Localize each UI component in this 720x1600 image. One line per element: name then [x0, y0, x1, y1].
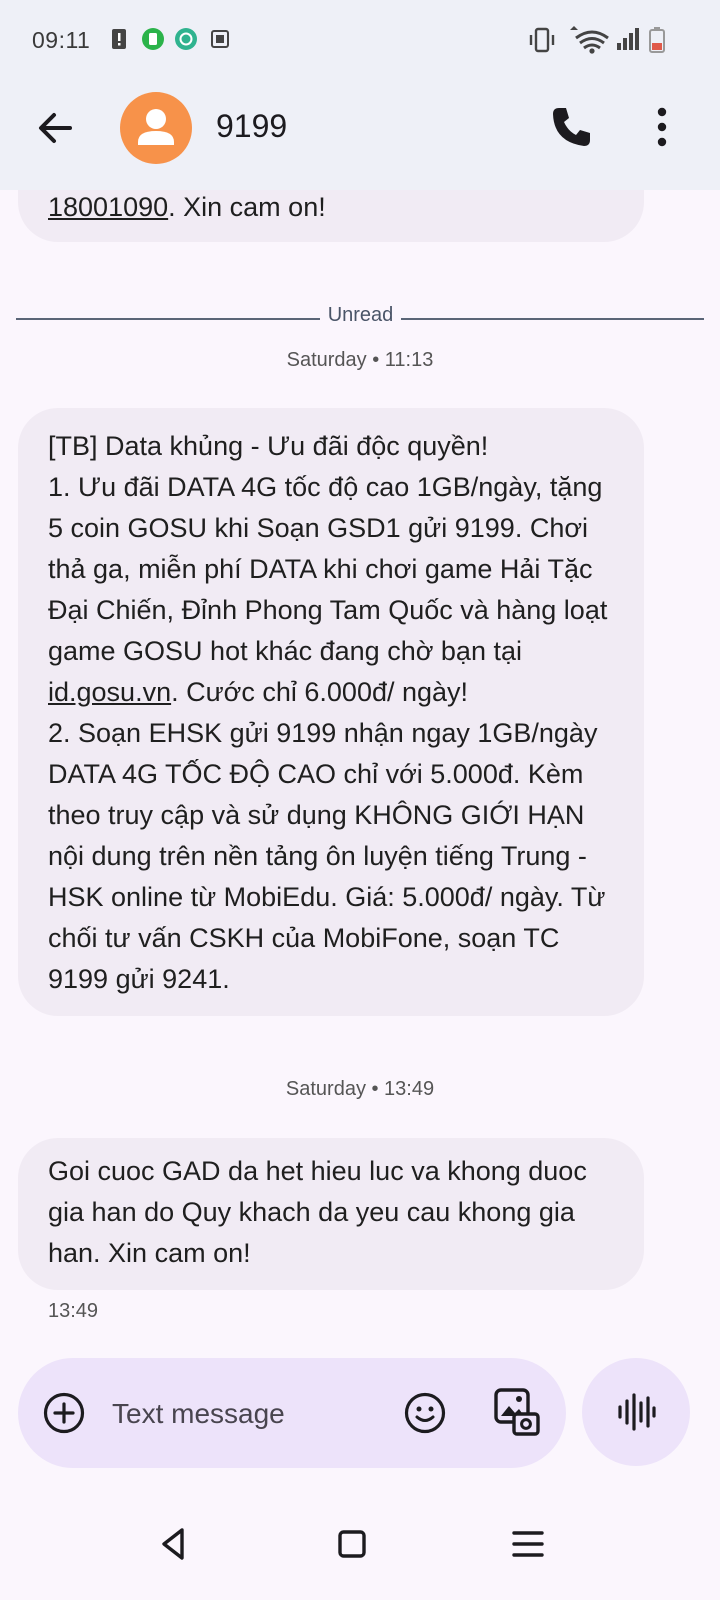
voice-icon: [618, 1393, 656, 1431]
gallery-icon[interactable]: [492, 1386, 542, 1438]
divider-line-right: [401, 318, 704, 320]
menu-lines-icon[interactable]: [502, 1518, 554, 1570]
app-notification-icon-3: [211, 30, 229, 48]
status-bar: 09:11: [0, 0, 720, 80]
message-bubble[interactable]: Goi cuoc GAD da het hieu luc va khong du…: [18, 1138, 644, 1290]
battery-low-icon: [649, 27, 665, 53]
phone-icon[interactable]: [546, 102, 596, 152]
message-bubble[interactable]: [TB] Data khủng - Ưu đãi độc quyền! 1. Ư…: [18, 408, 644, 1016]
phone-number-link[interactable]: 18001090: [48, 192, 168, 222]
back-triangle-icon[interactable]: [148, 1518, 200, 1570]
unread-label: Unread: [327, 304, 394, 326]
avatar[interactable]: [120, 92, 192, 164]
message-timestamp: Saturday • 13:49: [285, 1078, 435, 1100]
emoji-icon[interactable]: [403, 1391, 447, 1435]
message-timestamp: Saturday • 11:13: [286, 349, 434, 371]
top-bar: 09:11 9199: [0, 0, 720, 190]
conversation-header: 9199: [0, 80, 720, 190]
text-message-input[interactable]: [110, 1388, 384, 1440]
message-text: Goi cuoc GAD da het hieu luc va khong du…: [48, 1156, 587, 1268]
divider-line-left: [16, 318, 320, 320]
system-navigation-bar: [0, 1490, 720, 1600]
home-square-icon[interactable]: [326, 1518, 378, 1570]
message-text: . Cước chỉ 6.000đ/ ngày! 2. Soạn EHSK gử…: [48, 677, 606, 994]
avatar-icon: [138, 109, 174, 145]
vibrate-icon: [529, 27, 555, 53]
unread-divider: Unread: [16, 304, 704, 330]
back-arrow-icon[interactable]: [30, 102, 82, 154]
url-link[interactable]: id.gosu.vn: [48, 677, 171, 707]
voice-message-button[interactable]: [582, 1358, 690, 1466]
message-time: 13:49: [48, 1300, 99, 1322]
message-composer: [18, 1358, 566, 1468]
alert-notification-icon: [112, 29, 126, 49]
app-notification-icon: [142, 28, 164, 50]
status-time: 09:11: [32, 27, 91, 53]
wifi-icon: [570, 26, 609, 54]
contact-title: 9199: [216, 108, 288, 144]
more-vert-icon[interactable]: [642, 102, 682, 152]
message-text: [TB] Data khủng - Ưu đãi độc quyền! 1. Ư…: [48, 431, 608, 666]
message-text: . Xin cam on!: [168, 192, 326, 222]
signal-icon: [617, 28, 639, 50]
app-notification-icon-2: [175, 28, 197, 50]
add-icon[interactable]: [42, 1391, 86, 1435]
